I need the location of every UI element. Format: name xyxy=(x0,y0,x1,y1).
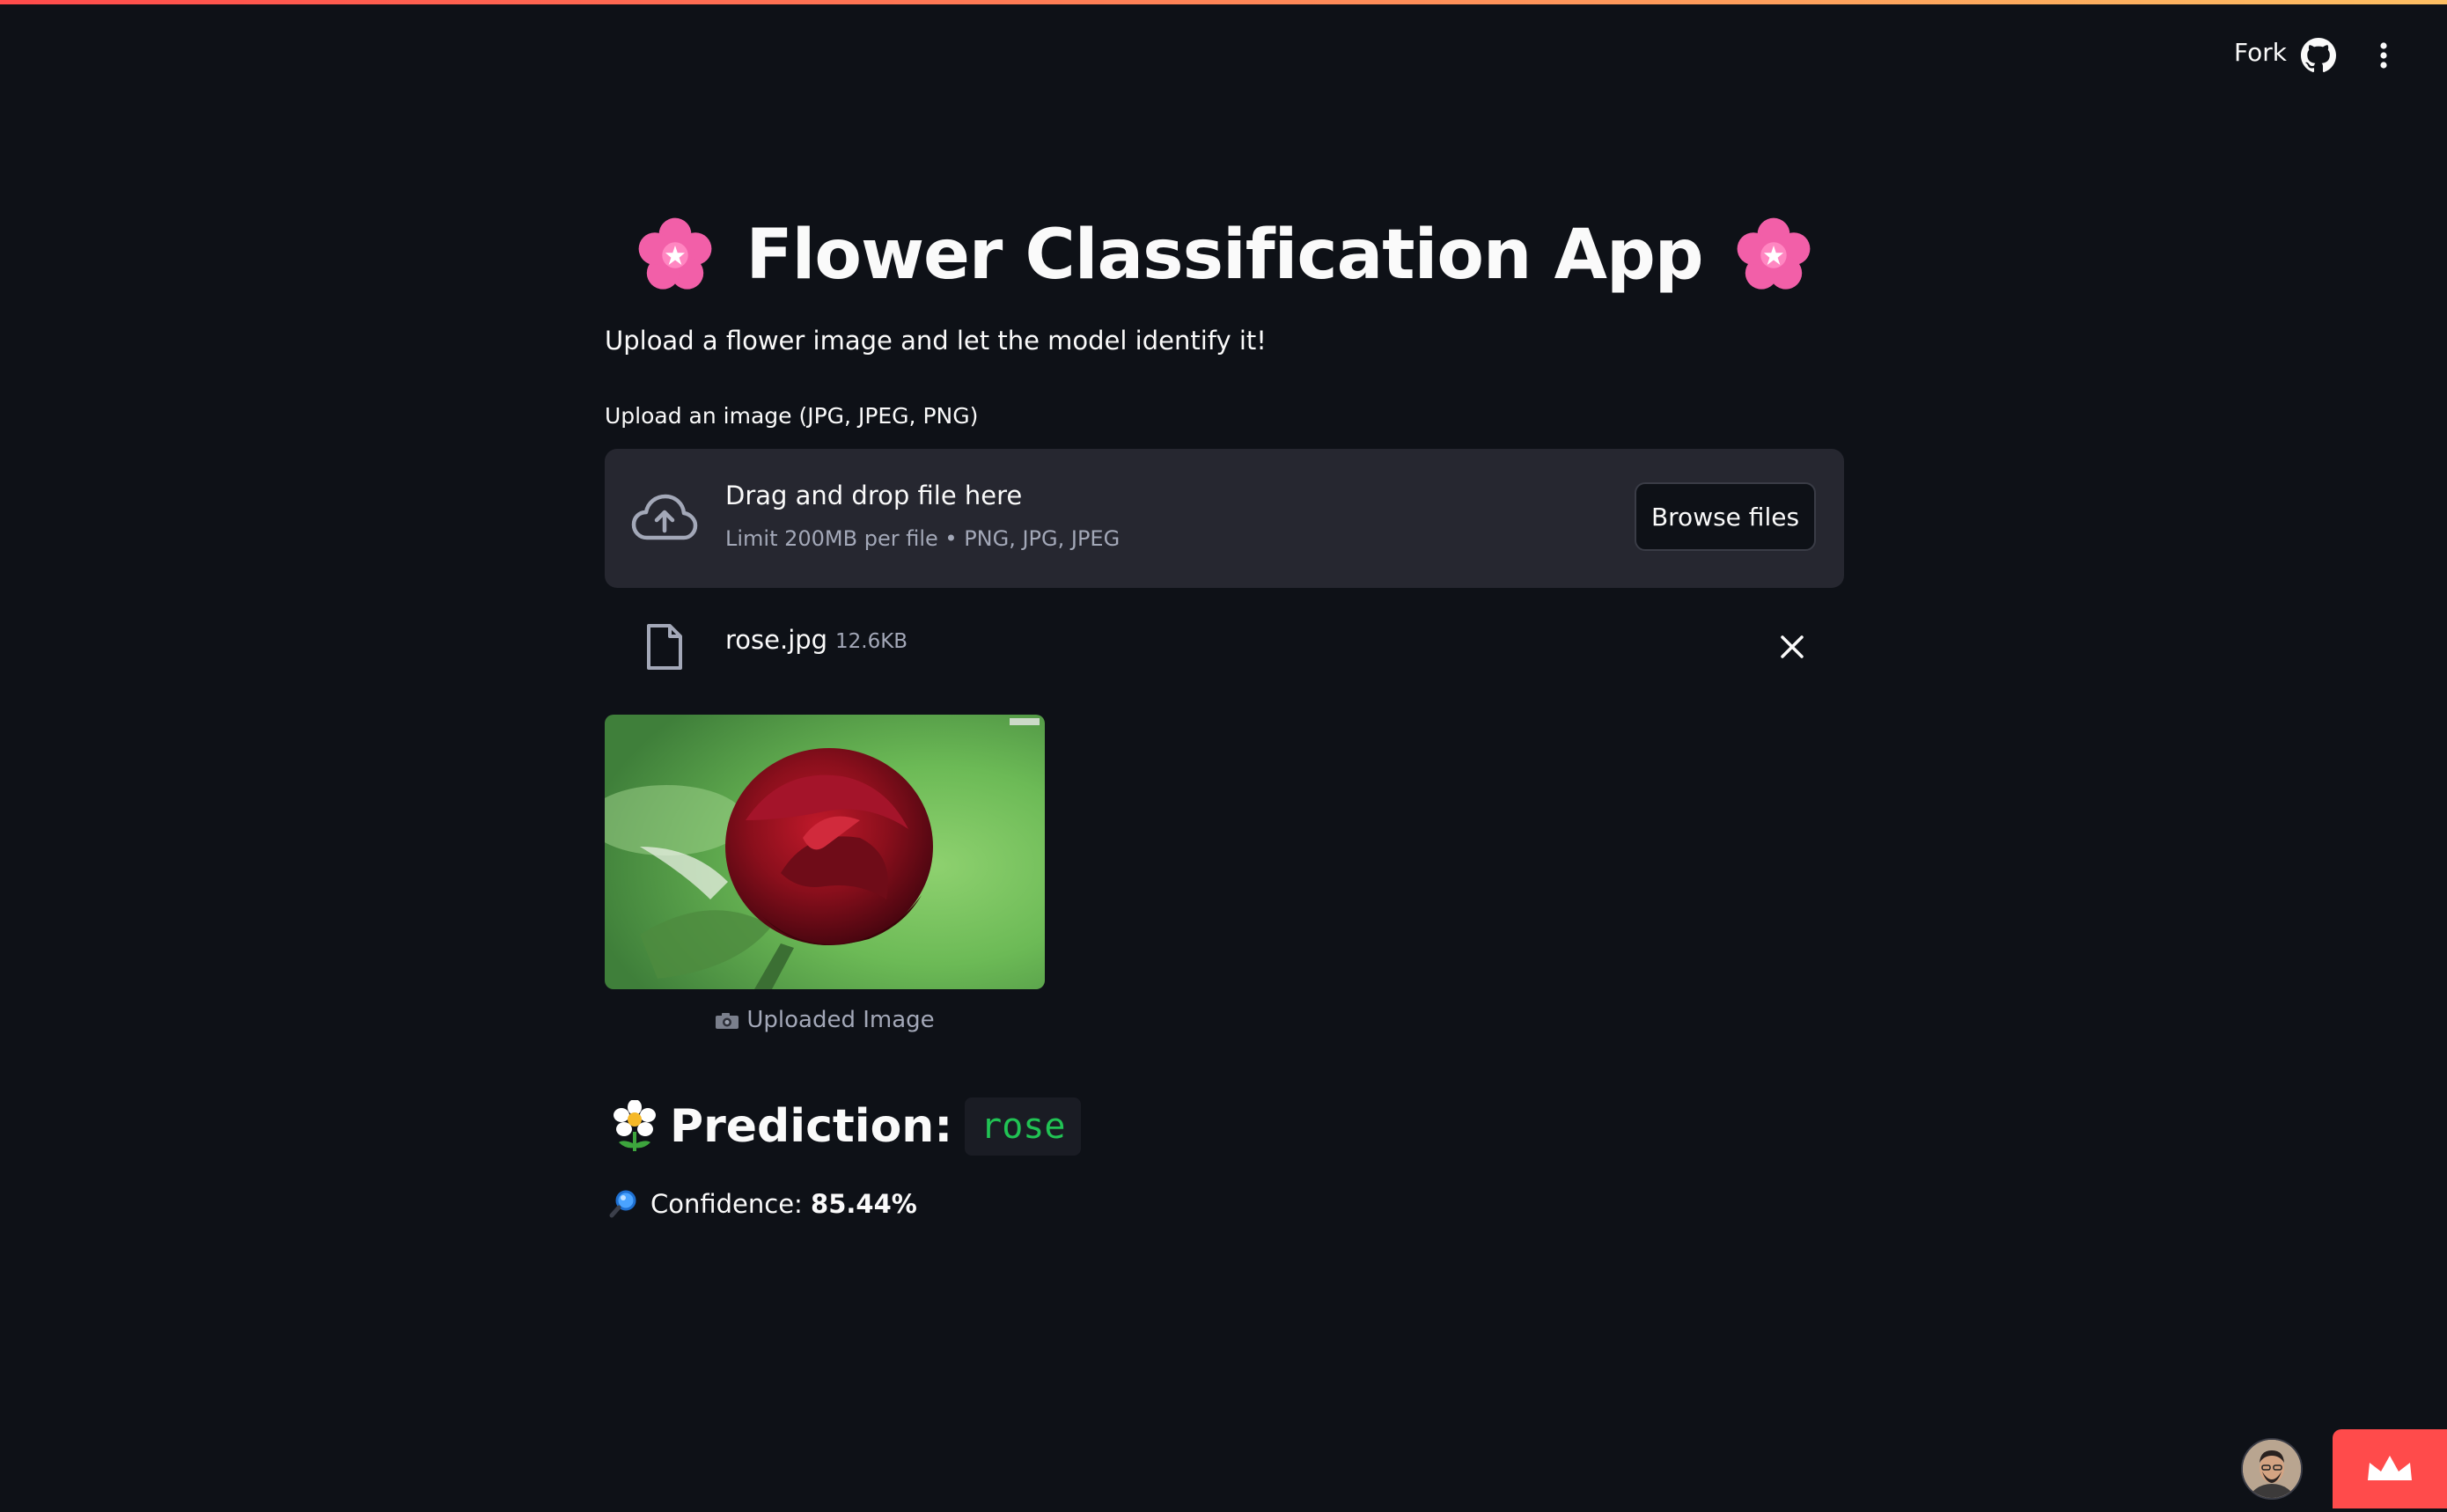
prediction-value: rose xyxy=(965,1097,1082,1156)
uploaded-image xyxy=(605,715,1045,989)
dropzone-limit-text: Limit 200MB per file • PNG, JPG, JPEG xyxy=(725,526,1121,551)
more-vertical-icon[interactable] xyxy=(2366,38,2401,73)
confidence-label: Confidence: xyxy=(650,1189,803,1219)
dropzone-title: Drag and drop file here xyxy=(725,481,1023,510)
confidence-line: Confidence: 85.44% xyxy=(608,1188,917,1220)
app-subtitle: Upload a flower image and let the model … xyxy=(605,326,1267,356)
file-icon xyxy=(647,624,682,670)
close-icon[interactable] xyxy=(1777,632,1807,662)
header-toolbar: Fork xyxy=(2007,4,2447,101)
page-title: Flower Classification App xyxy=(605,202,1844,308)
image-caption: Uploaded Image xyxy=(605,1007,1045,1033)
app-title: Flower Classification App xyxy=(746,216,1703,295)
prediction-label: Prediction: xyxy=(670,1100,953,1153)
uploaded-file-name: rose.jpg xyxy=(725,625,828,655)
blossom-icon xyxy=(614,1100,656,1151)
cherry-blossom-icon xyxy=(1737,217,1811,290)
image-caption-text: Uploaded Image xyxy=(746,1007,935,1033)
prediction-heading: Prediction: rose xyxy=(612,1091,1082,1162)
github-icon[interactable] xyxy=(2301,38,2336,73)
magnifying-glass-icon xyxy=(609,1190,636,1218)
browse-files-button[interactable]: Browse files xyxy=(1635,482,1816,551)
file-dropzone[interactable]: Drag and drop file here Limit 200MB per … xyxy=(605,449,1844,588)
cloud-upload-icon xyxy=(631,494,698,540)
confidence-value: 85.44% xyxy=(811,1189,917,1219)
file-uploader-label: Upload an image (JPG, JPEG, PNG) xyxy=(605,403,979,429)
streamlit-badge[interactable] xyxy=(2333,1429,2447,1508)
uploaded-file-row: rose.jpg 12.6KB xyxy=(605,616,1844,678)
camera-icon xyxy=(716,1012,739,1029)
uploaded-file-size: 12.6KB xyxy=(835,630,908,653)
avatar[interactable] xyxy=(2241,1438,2303,1500)
cherry-blossom-icon xyxy=(638,217,712,290)
fork-button[interactable]: Fork xyxy=(2234,38,2287,67)
crown-icon xyxy=(2368,1456,2412,1480)
